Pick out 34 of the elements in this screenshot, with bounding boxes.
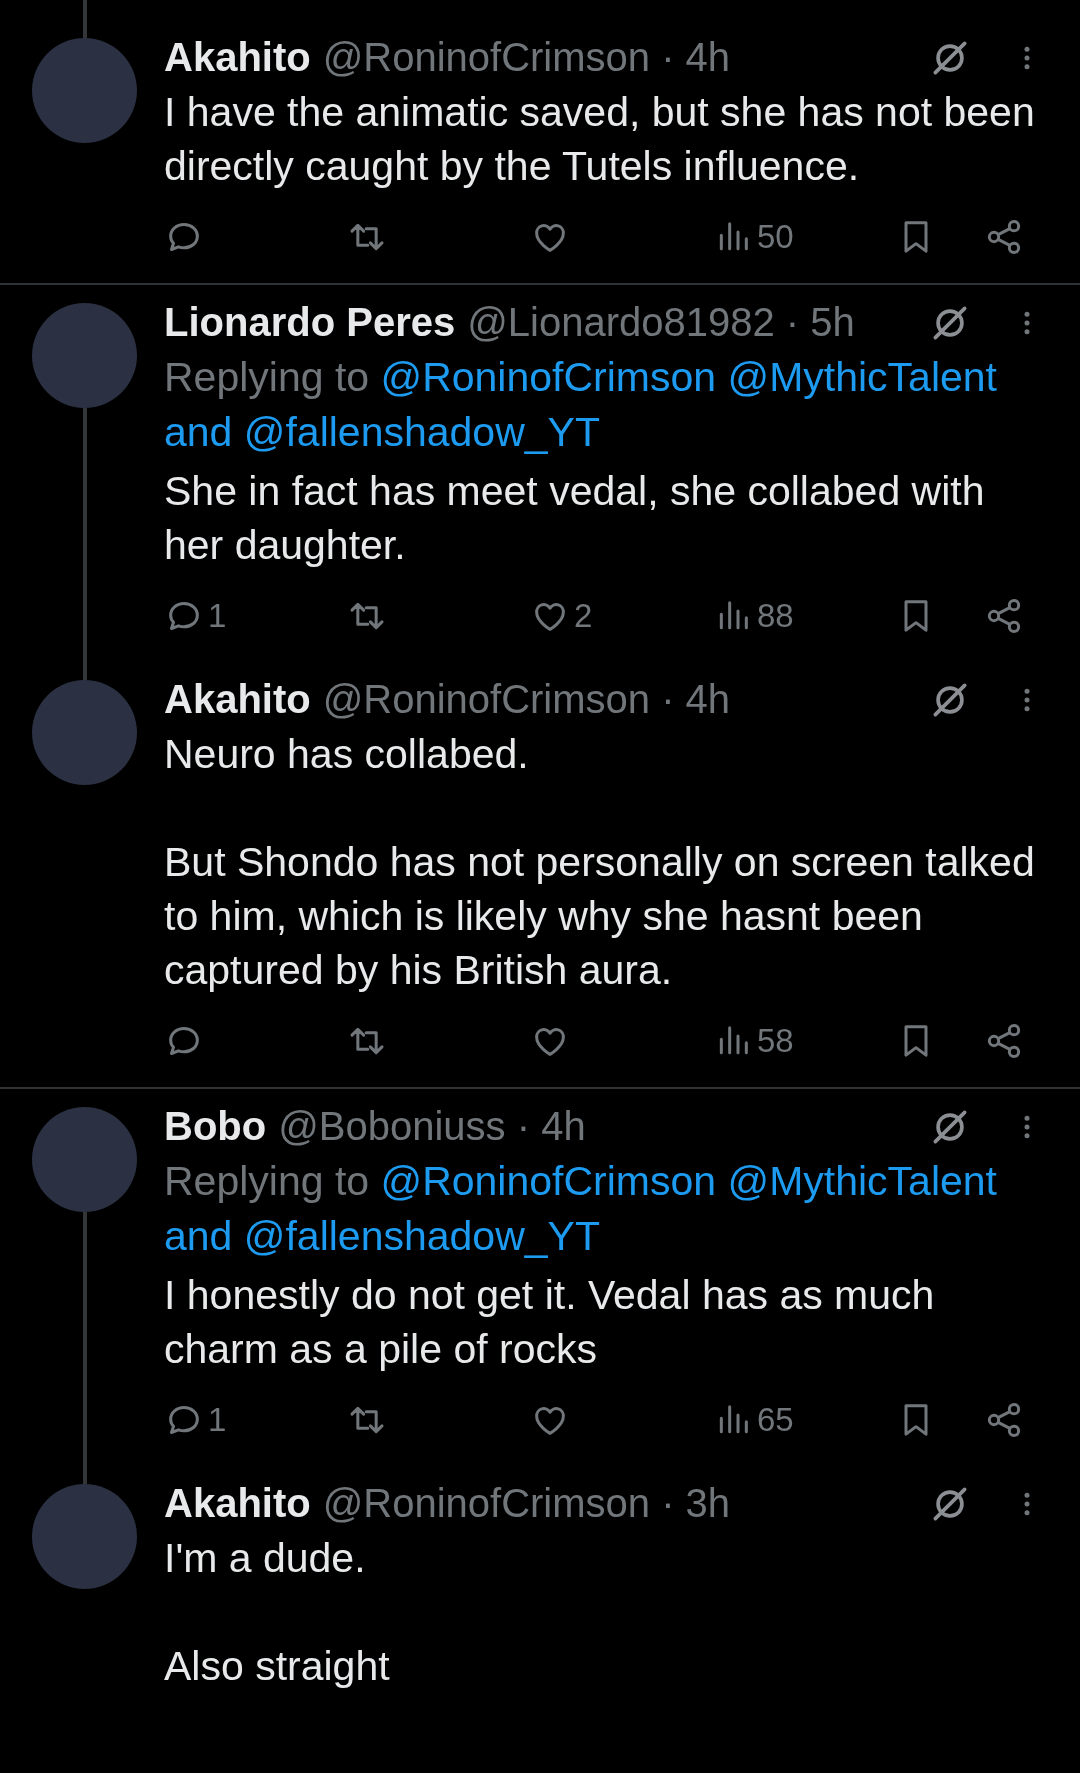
view-count: 65 [757, 1401, 794, 1439]
handle-time[interactable]: @Lionardo81982 · 5h [467, 300, 855, 345]
tweet-text: But Shondo has not personally on screen talked to him, which is likely why she hasnt been captured by his British aura. [164, 838, 1036, 995]
mention-link[interactable]: @RoninofCrimson [380, 354, 717, 400]
author-name[interactable]: Bobo [164, 1104, 267, 1149]
mention-link[interactable]: @MythicTalent [727, 1158, 997, 1204]
tweet-text: I have the animatic saved, but she has not been directly caught by the Tutels influence. [164, 88, 1036, 191]
handle-time[interactable]: @Boboniuss · 4h [278, 1104, 586, 1149]
mention-link[interactable]: @fallenshadow_YT [243, 409, 600, 455]
tweet-text: I'm a dude. [164, 1534, 367, 1583]
view-count: 58 [757, 1022, 794, 1060]
mention-joiner: and [164, 1213, 233, 1259]
view-count: 50 [757, 218, 794, 256]
reply-count: 1 [208, 1401, 227, 1439]
handle-time[interactable]: @RoninofCrimson · 3h [322, 1481, 731, 1526]
tweet-text: She in fact has meet vedal, she collabed with her daughter. [164, 467, 986, 570]
author-name[interactable]: Lionardo Peres [164, 300, 456, 345]
mention-link[interactable]: @fallenshadow_YT [243, 1213, 600, 1259]
like-count: 2 [574, 597, 593, 635]
tweet-text: Also straight [164, 1642, 391, 1691]
mention-link[interactable]: @MythicTalent [727, 354, 997, 400]
handle-time[interactable]: @RoninofCrimson · 4h [322, 35, 731, 80]
reply-count: 1 [208, 597, 227, 635]
mention-link[interactable]: @RoninofCrimson [380, 1158, 717, 1204]
author-name[interactable]: Akahito [164, 1481, 311, 1526]
author-name[interactable]: Akahito [164, 677, 311, 722]
tweet-text: Neuro has collabed. [164, 730, 530, 779]
mention-joiner: and [164, 409, 233, 455]
tweet-text: I honestly do not get it. Vedal has as much charm as a pile of rocks [164, 1271, 936, 1374]
author-name[interactable]: Akahito [164, 35, 311, 80]
view-count: 88 [757, 597, 794, 635]
handle-time[interactable]: @RoninofCrimson · 4h [322, 677, 731, 722]
replying-label: Replying to [164, 1158, 370, 1204]
replying-label: Replying to [164, 354, 370, 400]
